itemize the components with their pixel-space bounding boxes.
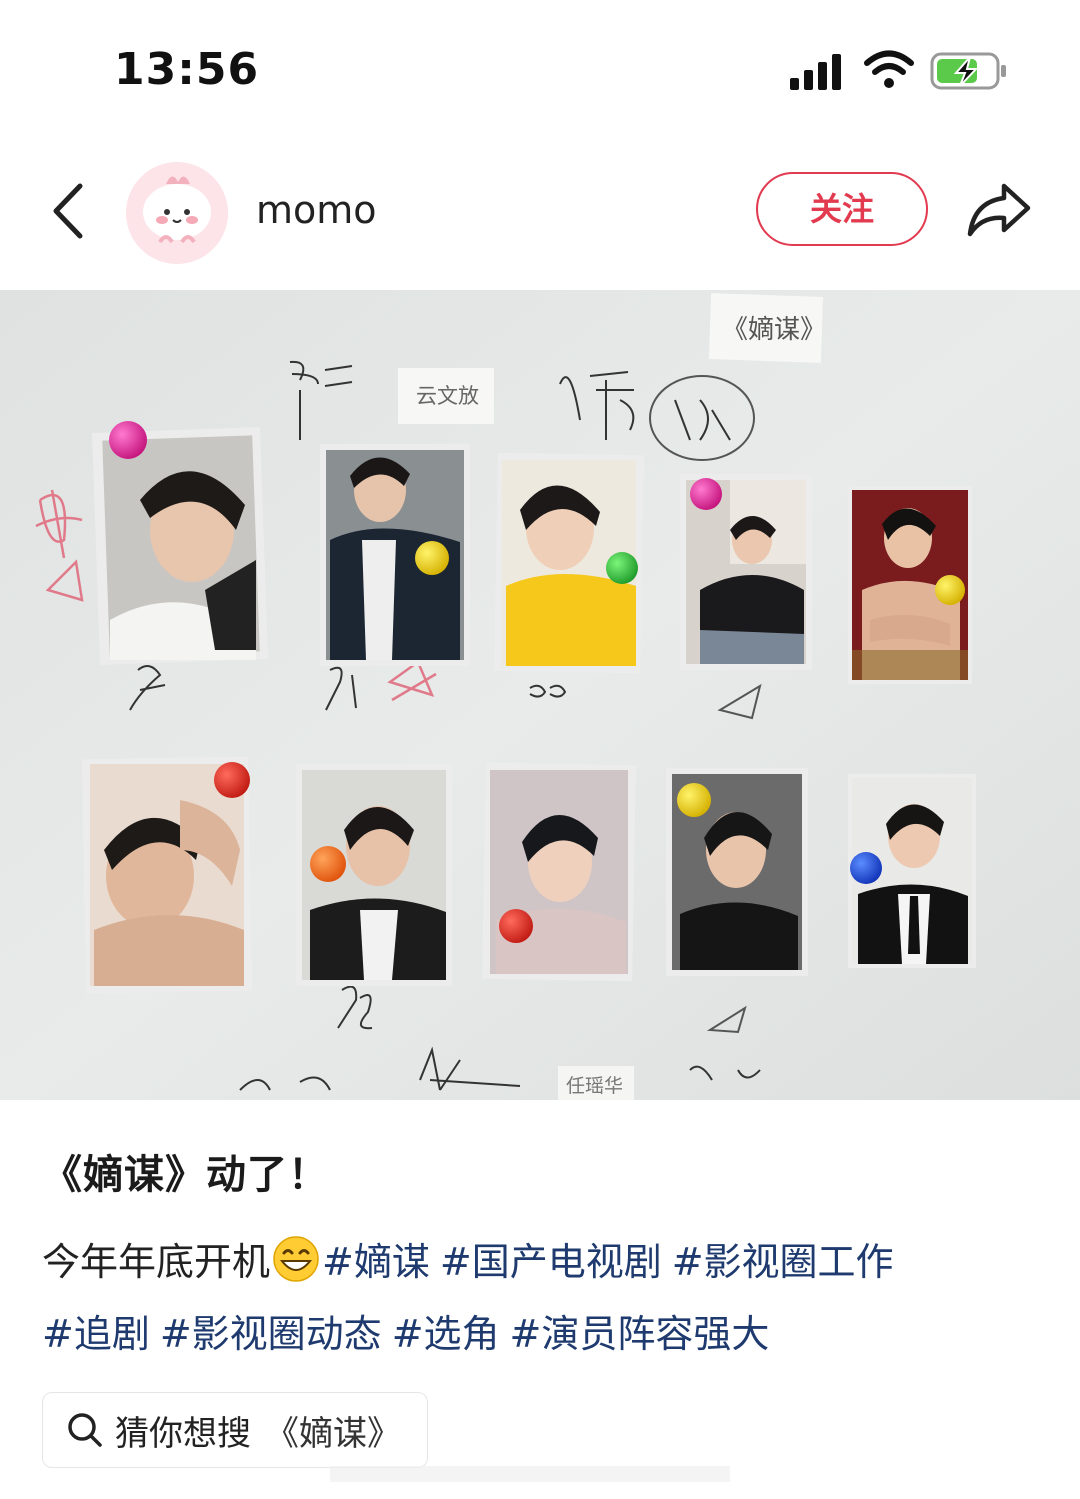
post-title: 《嫡谋》动了！ bbox=[42, 1152, 329, 1198]
post-header: momo 关注 bbox=[0, 150, 1080, 270]
status-bar: 13:56 bbox=[0, 0, 1080, 130]
note-bottom: 任瑶华 bbox=[566, 1075, 623, 1097]
magnet-pink bbox=[109, 421, 147, 459]
magnet-green bbox=[606, 552, 638, 584]
avatar[interactable] bbox=[126, 162, 228, 264]
username[interactable]: momo bbox=[256, 188, 377, 232]
magnet-yellow bbox=[935, 575, 965, 605]
hashtag-link[interactable]: #嫡谋 bbox=[322, 1240, 430, 1284]
wifi-icon bbox=[864, 50, 914, 88]
search-icon bbox=[68, 1413, 102, 1447]
hashtag-link[interactable]: #追剧 bbox=[42, 1312, 150, 1356]
magnet-yellow bbox=[677, 783, 711, 817]
grinning-emoji-icon bbox=[273, 1236, 319, 1282]
magnet-red bbox=[214, 762, 250, 798]
follow-button[interactable]: 关注 bbox=[756, 172, 928, 246]
card-8 bbox=[482, 762, 636, 982]
card-1 bbox=[92, 427, 268, 665]
hashtag-link[interactable]: #选角 bbox=[392, 1312, 500, 1356]
whiteboard-photo: 《嫡谋》 云文放 任瑶华 bbox=[0, 290, 1080, 1100]
magnet-pink bbox=[690, 478, 722, 510]
magnet-blue bbox=[850, 852, 882, 884]
bottom-fade bbox=[330, 1466, 730, 1482]
battery-charging-icon bbox=[930, 52, 1006, 90]
avatar-illustration bbox=[126, 162, 228, 264]
suggested-search-chip[interactable]: 猜你想搜 《嫡谋》 bbox=[42, 1392, 428, 1468]
hashtag-link[interactable]: #影视圈动态 bbox=[160, 1312, 382, 1356]
share-icon[interactable] bbox=[966, 180, 1032, 240]
post-body: 今年年底开机 #嫡谋 #国产电视剧 #影视圈工作 #追剧 #影视圈动态 #选角 #演员阵容强… bbox=[42, 1226, 1042, 1370]
status-time: 13:56 bbox=[114, 44, 260, 95]
note-title: 《嫡谋》 bbox=[722, 315, 826, 345]
magnet-yellow bbox=[415, 541, 449, 575]
cellular-signal-icon bbox=[790, 54, 841, 90]
magnet-red bbox=[499, 909, 533, 943]
note-top: 云文放 bbox=[416, 384, 479, 408]
back-arrow-icon[interactable] bbox=[48, 182, 88, 240]
hashtag-link[interactable]: #影视圈工作 bbox=[672, 1240, 894, 1284]
hashtag-link[interactable]: #国产电视剧 bbox=[440, 1240, 662, 1284]
hashtag-link[interactable]: #演员阵容强大 bbox=[510, 1312, 770, 1356]
post-intro: 今年年底开机 bbox=[42, 1240, 271, 1284]
search-suggestion-query: 《嫡谋》 bbox=[265, 1413, 401, 1454]
post-photo[interactable]: 《嫡谋》 云文放 任瑶华 bbox=[0, 290, 1080, 1100]
magnet-orange bbox=[310, 846, 346, 882]
search-suggestion-label: 猜你想搜 bbox=[115, 1413, 251, 1454]
